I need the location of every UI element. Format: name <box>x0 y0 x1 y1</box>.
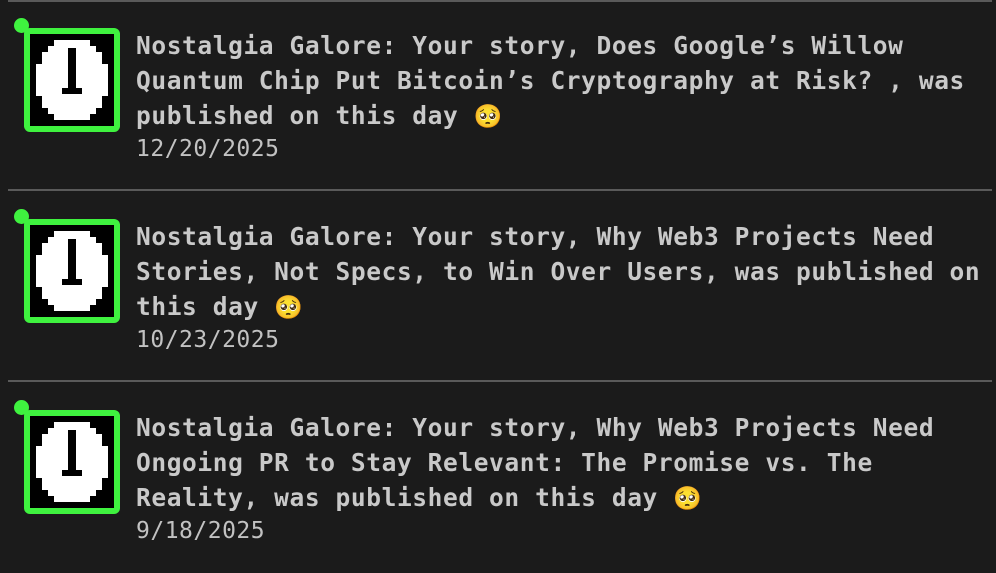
notification-message[interactable]: Nostalgia Galore: Your story, Why Web3 P… <box>136 219 986 326</box>
notification-item[interactable]: Nostalgia Galore: Your story, Why Web3 P… <box>8 384 992 573</box>
notification-item[interactable]: Nostalgia Galore: Your story, Does Googl… <box>8 2 992 191</box>
notification-item[interactable]: Nostalgia Galore: Your story, Why Web3 P… <box>8 193 992 382</box>
notification-text: Nostalgia Galore: Your story, Why Web3 P… <box>136 413 935 512</box>
clock-icon[interactable] <box>24 219 120 323</box>
pleading-face-emoji: 🥺 <box>473 104 503 130</box>
pleading-face-emoji: 🥺 <box>673 486 703 512</box>
notification-date: 12/20/2025 <box>136 136 280 162</box>
notification-text: Nostalgia Galore: Your story, Does Googl… <box>136 31 965 130</box>
clock-icon[interactable] <box>24 410 120 514</box>
divider <box>8 380 992 382</box>
clock-icon[interactable] <box>24 28 120 132</box>
divider <box>8 189 992 191</box>
notification-message[interactable]: Nostalgia Galore: Your story, Does Googl… <box>136 28 986 135</box>
notification-text: Nostalgia Galore: Your story, Why Web3 P… <box>136 222 981 321</box>
notification-date: 9/18/2025 <box>136 518 266 544</box>
pleading-face-emoji: 🥺 <box>274 295 304 321</box>
notification-date: 10/23/2025 <box>136 327 280 353</box>
notification-message[interactable]: Nostalgia Galore: Your story, Why Web3 P… <box>136 410 986 517</box>
